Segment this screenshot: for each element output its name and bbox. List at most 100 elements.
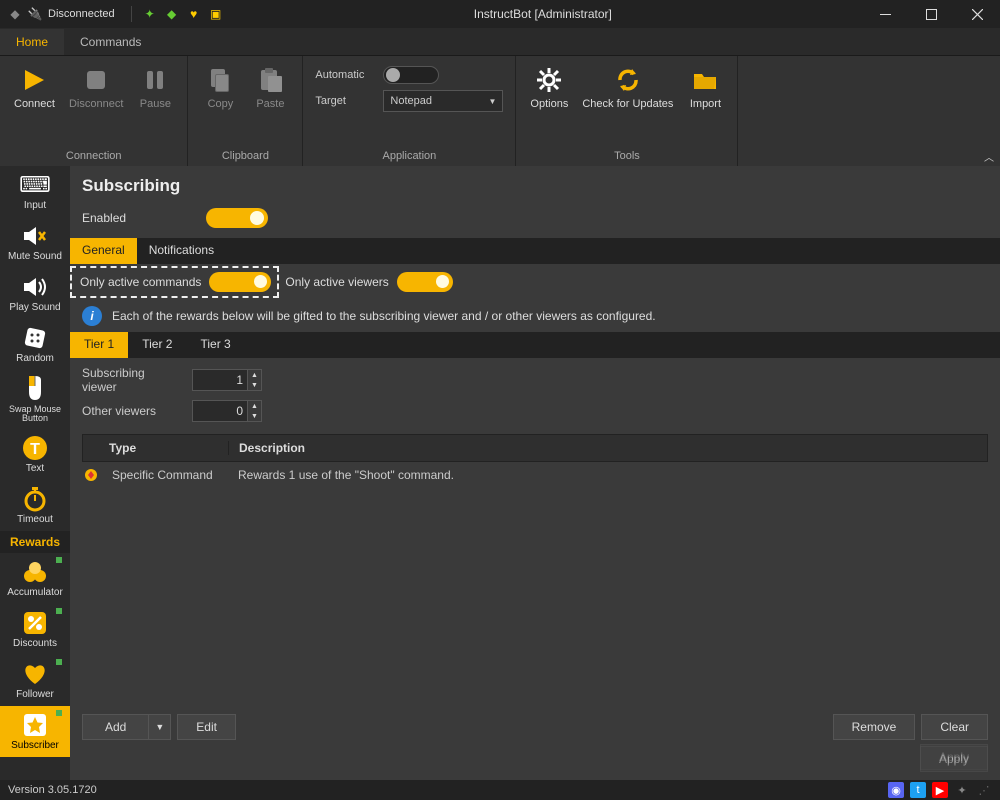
spin-down[interactable]: ▼ — [247, 380, 261, 390]
edit-button[interactable]: Edit — [177, 714, 236, 740]
sidebar-item-play-sound[interactable]: Play Sound — [0, 268, 70, 319]
other-viewers-input[interactable]: 0 ▲▼ — [192, 400, 262, 422]
check-updates-button[interactable]: Check for Updates — [576, 60, 679, 114]
other-viewers-label: Other viewers — [82, 404, 182, 418]
connection-status: Disconnected — [48, 8, 115, 20]
svg-text:T: T — [30, 441, 40, 458]
target-label: Target — [315, 95, 375, 107]
only-active-viewers-toggle[interactable] — [397, 272, 453, 292]
maximize-button[interactable] — [908, 0, 954, 28]
spin-down[interactable]: ▼ — [247, 411, 261, 421]
automatic-label: Automatic — [315, 69, 375, 81]
tab-home[interactable]: Home — [0, 29, 64, 55]
paste-button[interactable]: Paste — [246, 60, 294, 114]
copy-button[interactable]: Copy — [196, 60, 244, 114]
sidebar-rewards-header: Rewards — [0, 531, 70, 553]
keyboard-icon: ⌨ — [20, 170, 50, 200]
remove-button[interactable]: Remove — [833, 714, 916, 740]
clear-button[interactable]: Clear — [921, 714, 988, 740]
chevron-down-icon[interactable]: ▼ — [149, 722, 170, 732]
disconnect-button[interactable]: Disconnect — [63, 60, 129, 114]
active-badge — [56, 659, 62, 665]
row-type: Specific Command — [102, 468, 228, 482]
star-icon — [20, 710, 50, 740]
main-area: ⌨ Input Mute Sound Play Sound Random Swa… — [0, 166, 1000, 780]
sidebar-item-timeout[interactable]: Timeout — [0, 480, 70, 531]
statusbar: Version 3.05.1720 ◉ t ▶ ✦ ⋰ — [0, 780, 1000, 800]
highlighted-filter-box: Only active commands — [70, 266, 279, 298]
sidebar-item-text[interactable]: T Text — [0, 429, 70, 480]
sidebar-item-subscriber[interactable]: Subscriber — [0, 706, 70, 757]
discord-icon[interactable]: ◉ — [888, 782, 904, 798]
action-buttons: Add ▼ Edit Remove Clear Apply — [82, 714, 988, 740]
folder-icon — [689, 64, 721, 96]
import-button[interactable]: Import — [681, 60, 729, 114]
profile-icon-1[interactable]: ✦ — [142, 6, 158, 22]
sidebar-item-swap-mouse[interactable]: Swap Mouse Button — [0, 370, 70, 429]
subtab-notifications[interactable]: Notifications — [137, 238, 226, 264]
subtabs: General Notifications — [70, 238, 1000, 264]
ribbon-collapse-button[interactable]: ︿ — [984, 149, 994, 164]
sidebar-item-random[interactable]: Random — [0, 319, 70, 370]
ribbon-group-label: Connection — [66, 150, 122, 164]
version-text: Version 3.05.1720 — [8, 784, 97, 796]
row-desc: Rewards 1 use of the "Shoot" command. — [228, 468, 988, 482]
profile-icon-3[interactable]: ♥ — [186, 6, 202, 22]
play-icon — [18, 64, 50, 96]
ribbon: Connect Disconnect Pause Connection Copy… — [0, 56, 1000, 166]
resize-grip-icon[interactable]: ⋰ — [976, 782, 992, 798]
tier-tab-1[interactable]: Tier 1 — [70, 332, 128, 358]
youtube-icon[interactable]: ▶ — [932, 782, 948, 798]
subscribing-viewer-input[interactable]: 1 ▲▼ — [192, 369, 262, 391]
options-button[interactable]: Options — [524, 60, 574, 114]
copy-icon — [204, 64, 236, 96]
apply-button[interactable]: Apply — [920, 746, 988, 772]
stopwatch-icon — [20, 484, 50, 514]
page-title: Subscribing — [70, 166, 1000, 204]
active-badge — [56, 710, 62, 716]
titlebar: ◆ 🔌 Disconnected ✦ ◆ ♥ ▣ InstructBot [Ad… — [0, 0, 1000, 28]
row-icon — [82, 468, 102, 482]
connect-button[interactable]: Connect — [8, 60, 61, 114]
percent-icon — [20, 608, 50, 638]
sidebar-item-input[interactable]: ⌨ Input — [0, 166, 70, 217]
tab-commands[interactable]: Commands — [64, 29, 157, 55]
sidebar-item-discounts[interactable]: Discounts — [0, 604, 70, 655]
sidebar: ⌨ Input Mute Sound Play Sound Random Swa… — [0, 166, 70, 780]
spin-up[interactable]: ▲ — [247, 401, 261, 411]
automatic-toggle[interactable] — [383, 66, 439, 84]
spin-up[interactable]: ▲ — [247, 370, 261, 380]
subscribing-viewer-label: Subscribing viewer — [82, 366, 182, 394]
gear-icon — [533, 64, 565, 96]
table-header: Type Description — [82, 434, 988, 462]
only-active-commands-label: Only active commands — [80, 275, 201, 289]
target-combo[interactable]: Notepad ▼ — [383, 90, 503, 112]
tier-tab-2[interactable]: Tier 2 — [128, 332, 186, 358]
minimize-button[interactable] — [862, 0, 908, 28]
tier-tab-3[interactable]: Tier 3 — [186, 332, 244, 358]
only-active-commands-toggle[interactable] — [209, 272, 271, 292]
th-type[interactable]: Type — [99, 441, 229, 455]
ribbon-group-label: Clipboard — [222, 150, 269, 164]
ribbon-group-label: Tools — [614, 150, 640, 164]
window-title: InstructBot [Administrator] — [224, 7, 862, 21]
sidebar-item-follower[interactable]: Follower — [0, 655, 70, 706]
th-description[interactable]: Description — [229, 441, 987, 455]
add-button[interactable]: Add ▼ — [82, 714, 171, 740]
profile-icon-4[interactable]: ▣ — [208, 6, 224, 22]
misc-icon-1[interactable]: ✦ — [954, 782, 970, 798]
profile-icon-2[interactable]: ◆ — [164, 6, 180, 22]
active-badge — [56, 557, 62, 563]
subtab-general[interactable]: General — [70, 238, 137, 264]
coins-icon — [20, 557, 50, 587]
rewards-table: Type Description Specific Command Reward… — [82, 434, 988, 488]
sidebar-item-mute[interactable]: Mute Sound — [0, 217, 70, 268]
pause-button[interactable]: Pause — [131, 60, 179, 114]
table-row[interactable]: Specific Command Rewards 1 use of the "S… — [82, 462, 988, 488]
enabled-toggle[interactable] — [206, 208, 268, 228]
ribbon-group-clipboard: Copy Paste Clipboard — [188, 56, 303, 166]
target-value: Notepad — [390, 95, 432, 107]
close-button[interactable] — [954, 0, 1000, 28]
sidebar-item-accumulator[interactable]: Accumulator — [0, 553, 70, 604]
twitter-icon[interactable]: t — [910, 782, 926, 798]
